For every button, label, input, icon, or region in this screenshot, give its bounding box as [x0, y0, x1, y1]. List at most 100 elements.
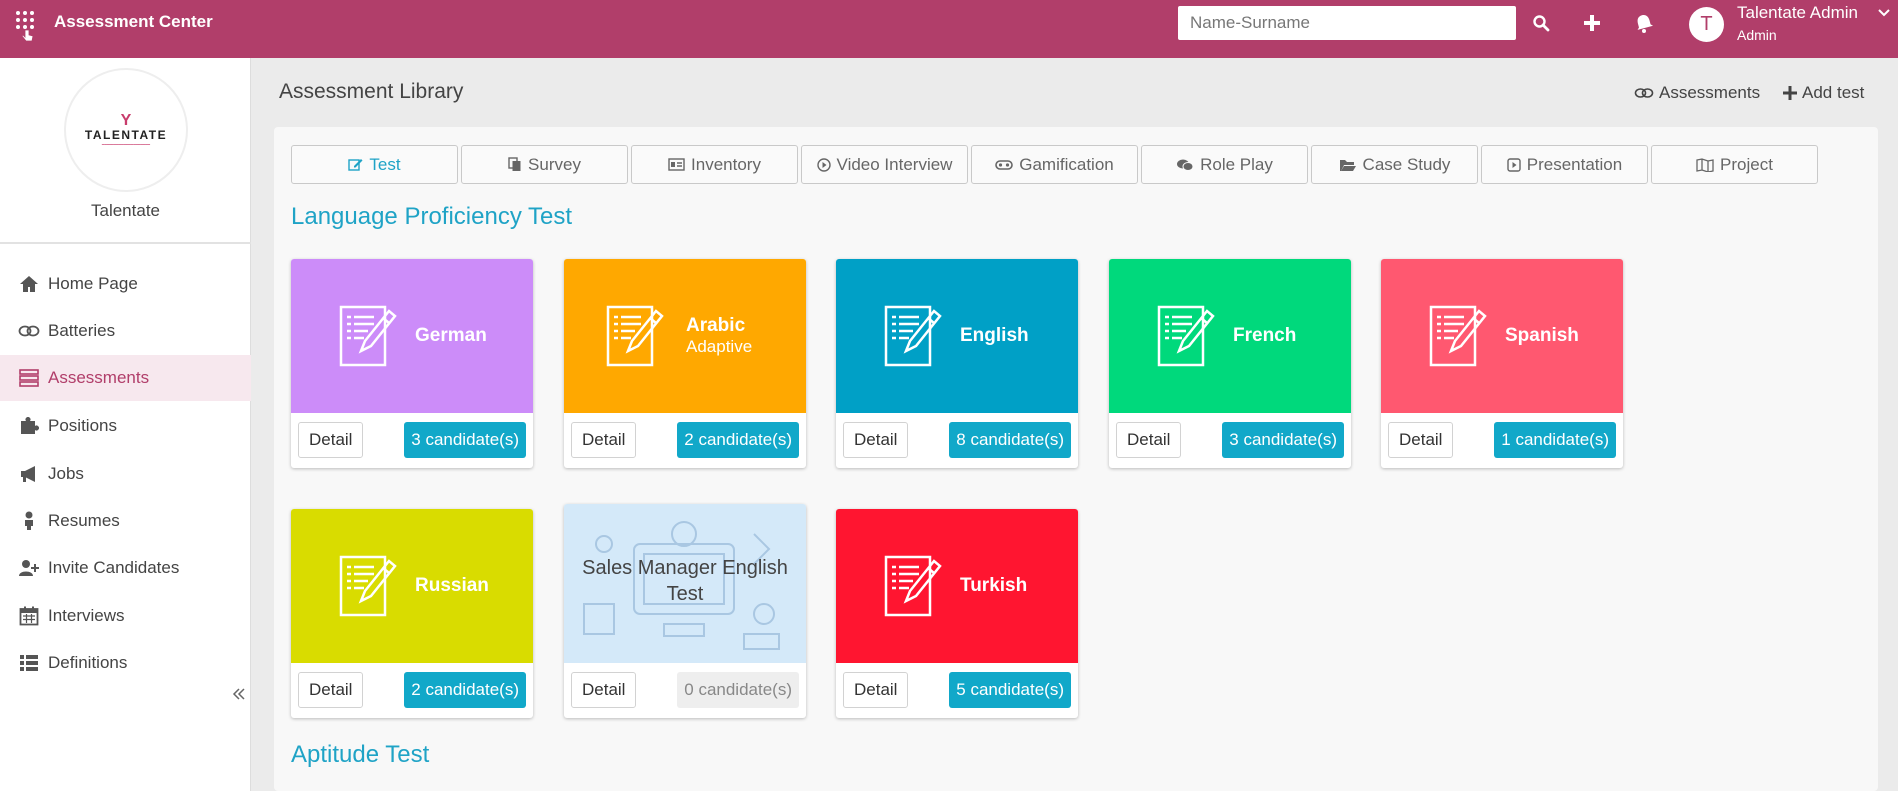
- test-card-sales-manager-english: Sales Manager English Test Detail 0 cand…: [564, 504, 806, 718]
- tab-test[interactable]: Test: [291, 145, 458, 184]
- card-banner[interactable]: Sales Manager English Test: [564, 504, 806, 663]
- sidebar-item-jobs[interactable]: Jobs: [0, 451, 251, 497]
- test-card-english: English Detail 8 candidate(s): [836, 259, 1078, 468]
- detail-button[interactable]: Detail: [1116, 422, 1182, 458]
- card-banner[interactable]: Arabic Adaptive: [564, 259, 806, 413]
- user-avatar[interactable]: T: [1689, 7, 1724, 42]
- test-card-spanish: Spanish Detail 1 candidate(s): [1381, 259, 1623, 468]
- sidebar-item-definitions[interactable]: Definitions: [0, 640, 251, 686]
- detail-button[interactable]: Detail: [298, 672, 364, 708]
- tab-survey[interactable]: Survey: [461, 145, 628, 184]
- tab-gamification[interactable]: Gamification: [971, 145, 1138, 184]
- collapse-sidebar-icon[interactable]: [232, 685, 246, 706]
- sidebar-item-positions[interactable]: Positions: [0, 403, 251, 449]
- link-icon: [18, 321, 40, 341]
- test-sheet-icon: [884, 305, 942, 367]
- top-bar: Assessment Center T Talentate Admin Admi…: [0, 0, 1898, 58]
- test-card-german: German Detail 3 candidate(s): [291, 259, 533, 468]
- candidates-button[interactable]: 2 candidate(s): [677, 422, 799, 458]
- tab-video-interview[interactable]: Video Interview: [801, 145, 968, 184]
- section-title-language-proficiency: Language Proficiency Test: [291, 203, 573, 230]
- add-icon[interactable]: [1581, 12, 1603, 34]
- sidebar-item-batteries[interactable]: Batteries: [0, 308, 251, 354]
- detail-button[interactable]: Detail: [571, 672, 637, 708]
- card-banner[interactable]: English: [836, 259, 1078, 413]
- folder-open-icon: [1339, 159, 1356, 171]
- sidebar-item-label: Jobs: [48, 464, 84, 483]
- tab-label: Role Play: [1200, 154, 1273, 174]
- sidebar-item-label: Definitions: [48, 653, 128, 672]
- tab-label: Test: [369, 154, 401, 174]
- card-title: French: [1233, 325, 1297, 346]
- card-title: German: [415, 325, 487, 346]
- detail-button[interactable]: Detail: [571, 422, 637, 458]
- tab-presentation[interactable]: Presentation: [1481, 145, 1648, 184]
- card-title: Arabic: [686, 315, 746, 336]
- user-plus-icon: [18, 558, 40, 578]
- calendar-icon: [18, 606, 40, 626]
- company-logo: Y TALENTATE ━━━━━━━━━━━━━━━━━━━━: [64, 68, 188, 192]
- sidebar-item-invite-candidates[interactable]: Invite Candidates: [0, 545, 251, 591]
- assessments-link[interactable]: Assessments: [1634, 83, 1760, 103]
- edit-icon: [348, 159, 363, 171]
- card-banner[interactable]: Russian: [291, 509, 533, 663]
- map-icon: [1696, 157, 1714, 172]
- card-title: English: [960, 325, 1029, 346]
- tab-label: Gamification: [1019, 154, 1114, 174]
- candidates-button[interactable]: 5 candidate(s): [949, 672, 1071, 708]
- card-title: Russian: [415, 575, 489, 596]
- list-icon: [18, 368, 40, 388]
- sidebar-item-resumes[interactable]: Resumes: [0, 498, 251, 544]
- card-banner[interactable]: Spanish: [1381, 259, 1623, 413]
- sidebar-divider: [0, 242, 251, 244]
- chevron-down-icon[interactable]: [1878, 6, 1890, 20]
- candidates-button[interactable]: 8 candidate(s): [949, 422, 1071, 458]
- puzzle-icon: [18, 416, 40, 436]
- tab-role-play[interactable]: Role Play: [1141, 145, 1308, 184]
- search-input[interactable]: [1178, 6, 1516, 40]
- tab-case-study[interactable]: Case Study: [1311, 145, 1478, 184]
- candidates-button[interactable]: 3 candidate(s): [404, 422, 526, 458]
- assessments-link-label: Assessments: [1659, 83, 1761, 102]
- test-sheet-icon: [884, 555, 942, 617]
- apps-grid-icon[interactable]: [16, 11, 38, 42]
- candidates-button[interactable]: 0 candidate(s): [677, 672, 799, 708]
- gamepad-icon: [995, 159, 1014, 170]
- test-sheet-icon: [339, 305, 397, 367]
- detail-button[interactable]: Detail: [298, 422, 364, 458]
- tab-label: Survey: [528, 154, 581, 174]
- sidebar-item-label: Positions: [48, 416, 117, 435]
- card-subtitle: Adaptive: [686, 337, 753, 356]
- tab-label: Case Study: [1362, 154, 1451, 174]
- candidates-button[interactable]: 3 candidate(s): [1222, 422, 1344, 458]
- megaphone-icon: [18, 464, 40, 484]
- tab-label: Inventory: [691, 154, 761, 174]
- candidates-button[interactable]: 2 candidate(s): [404, 672, 526, 708]
- user-name[interactable]: Talentate Admin: [1737, 3, 1858, 23]
- card-banner[interactable]: German: [291, 259, 533, 413]
- detail-button[interactable]: Detail: [843, 672, 909, 708]
- test-card-french: French Detail 3 candidate(s): [1109, 259, 1351, 468]
- section-title-aptitude: Aptitude Test: [291, 741, 430, 768]
- detail-button[interactable]: Detail: [843, 422, 909, 458]
- sidebar-item-assessments[interactable]: Assessments: [0, 355, 251, 401]
- tab-label: Video Interview: [836, 154, 953, 174]
- tab-project[interactable]: Project: [1651, 145, 1818, 184]
- sidebar-item-home-page[interactable]: Home Page: [0, 261, 251, 307]
- card-title: Sales Manager English Test: [582, 557, 788, 605]
- sidebar-item-label: Home Page: [48, 274, 138, 293]
- candidates-button[interactable]: 1 candidate(s): [1494, 422, 1616, 458]
- card-banner[interactable]: French: [1109, 259, 1351, 413]
- card-banner[interactable]: Turkish: [836, 509, 1078, 663]
- page-title: Assessment Library: [279, 80, 464, 103]
- notification-bell-icon[interactable]: [1633, 12, 1655, 34]
- app-title: Assessment Center: [54, 12, 213, 31]
- search-icon[interactable]: [1530, 12, 1552, 34]
- link-icon: [1634, 88, 1654, 98]
- detail-button[interactable]: Detail: [1388, 422, 1454, 458]
- sidebar-item-interviews[interactable]: Interviews: [0, 593, 251, 639]
- add-test-button[interactable]: Add test: [1783, 83, 1864, 103]
- id-card-icon: [668, 158, 685, 171]
- tab-inventory[interactable]: Inventory: [631, 145, 798, 184]
- comments-icon: [1177, 159, 1194, 171]
